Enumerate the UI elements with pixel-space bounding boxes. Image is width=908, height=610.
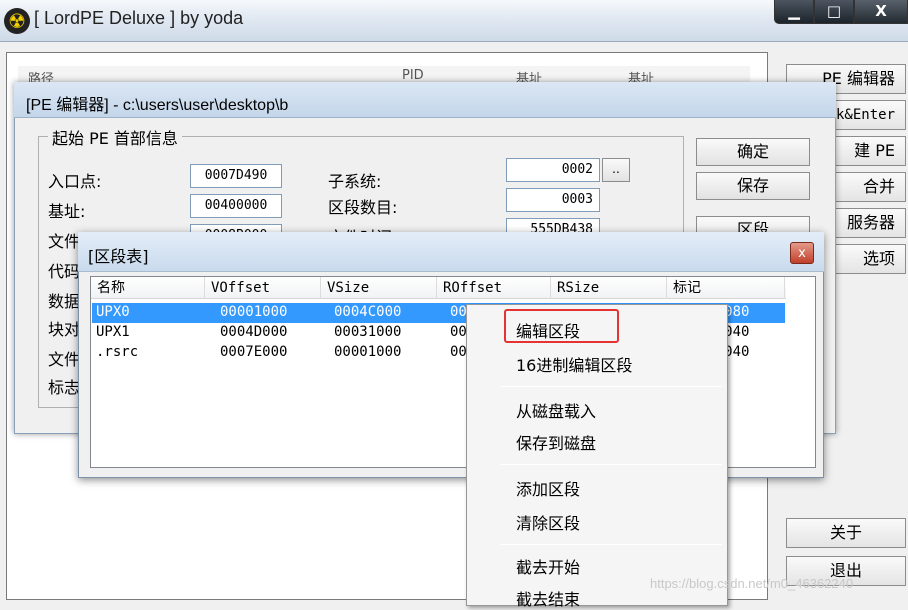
pe-editor-title-bar: [PE 编辑器] - c:\users\user\desktop\b: [14, 82, 836, 118]
section-name: UPX1: [96, 324, 130, 340]
section-voffset: 00001000: [220, 304, 288, 320]
subsystem-browse-button[interactable]: ..: [602, 158, 630, 182]
section-roffset: 00: [450, 304, 467, 320]
save-button[interactable]: 保存: [696, 172, 810, 200]
subsystem-field[interactable]: 0002: [506, 158, 600, 182]
section-voffset: 0007E000: [220, 344, 288, 360]
file-align-label: 文件: [48, 350, 81, 369]
menu-separator: [500, 544, 722, 545]
section-table-title: [区段表]: [88, 247, 149, 266]
section-count-field[interactable]: 0003: [506, 188, 600, 212]
column-rsize[interactable]: RSize: [551, 277, 667, 299]
column-vsize[interactable]: VSize: [321, 277, 437, 299]
section-name: .rsrc: [96, 344, 139, 360]
section-roffset: 00: [450, 324, 467, 340]
section-table-title-bar: [区段表]: [78, 232, 824, 272]
subsystem-label: 子系统:: [328, 172, 382, 191]
menu-item-clear-section[interactable]: 清除区段: [516, 510, 580, 534]
context-menu: [466, 304, 728, 606]
pe-header-group-label: 起始 PE 首部信息: [48, 125, 182, 149]
image-base-label: 基址:: [48, 202, 86, 221]
section-name: UPX0: [96, 304, 130, 320]
column-roffset[interactable]: ROffset: [437, 277, 551, 299]
menu-item-truncate-end[interactable]: 截去结束: [516, 586, 580, 610]
data-label: 数据: [48, 292, 81, 311]
section-vsize: 00001000: [334, 344, 402, 360]
menu-item-save-to-disk[interactable]: 保存到磁盘: [516, 430, 596, 454]
image-base-field[interactable]: 00400000: [190, 194, 282, 218]
ok-button[interactable]: 确定: [696, 138, 810, 166]
menu-item-load-from-disk[interactable]: 从磁盘载入: [516, 398, 596, 422]
section-table-close-button[interactable]: x: [790, 242, 814, 264]
highlight-box: [504, 309, 619, 343]
column-pid[interactable]: PID: [402, 68, 424, 83]
entry-point-label: 入口点:: [48, 172, 102, 191]
section-list-header: 名称 VOffset VSize ROffset RSize 标记: [91, 277, 786, 299]
radiation-icon: ☢: [4, 8, 30, 34]
minimize-button[interactable]: ▁: [774, 0, 814, 24]
watermark: https://blog.csdn.net/m0_46362240: [650, 576, 854, 591]
column-voffset[interactable]: VOffset: [205, 277, 321, 299]
close-button[interactable]: X: [854, 0, 908, 24]
entry-point-field[interactable]: 0007D490: [190, 164, 282, 188]
main-window-title: [ LordPE Deluxe ] by yoda: [34, 8, 244, 28]
menu-item-add-section[interactable]: 添加区段: [516, 476, 580, 500]
section-roffset: 00: [450, 344, 467, 360]
section-vsize: 0004C000: [334, 304, 402, 320]
section-count-label: 区段数目:: [328, 198, 398, 217]
menu-item-hex-edit-section[interactable]: 16进制编辑区段: [516, 352, 632, 376]
code-label: 代码: [48, 262, 81, 281]
menu-item-truncate-start[interactable]: 截去开始: [516, 554, 580, 578]
flags-label: 标志: [48, 378, 81, 397]
section-voffset: 0004D000: [220, 324, 288, 340]
menu-separator: [500, 464, 722, 465]
section-vsize: 00031000: [334, 324, 402, 340]
section-align-label: 块对: [48, 320, 81, 339]
pe-editor-title: [PE 编辑器] - c:\users\user\desktop\b: [26, 97, 289, 114]
menu-separator: [500, 386, 722, 387]
column-name[interactable]: 名称: [91, 277, 205, 299]
maximize-button[interactable]: □: [814, 0, 854, 24]
about-button[interactable]: 关于: [786, 518, 906, 548]
column-flags[interactable]: 标记: [667, 277, 785, 299]
main-title-bar: ☢ [ LordPE Deluxe ] by yoda: [0, 0, 908, 42]
